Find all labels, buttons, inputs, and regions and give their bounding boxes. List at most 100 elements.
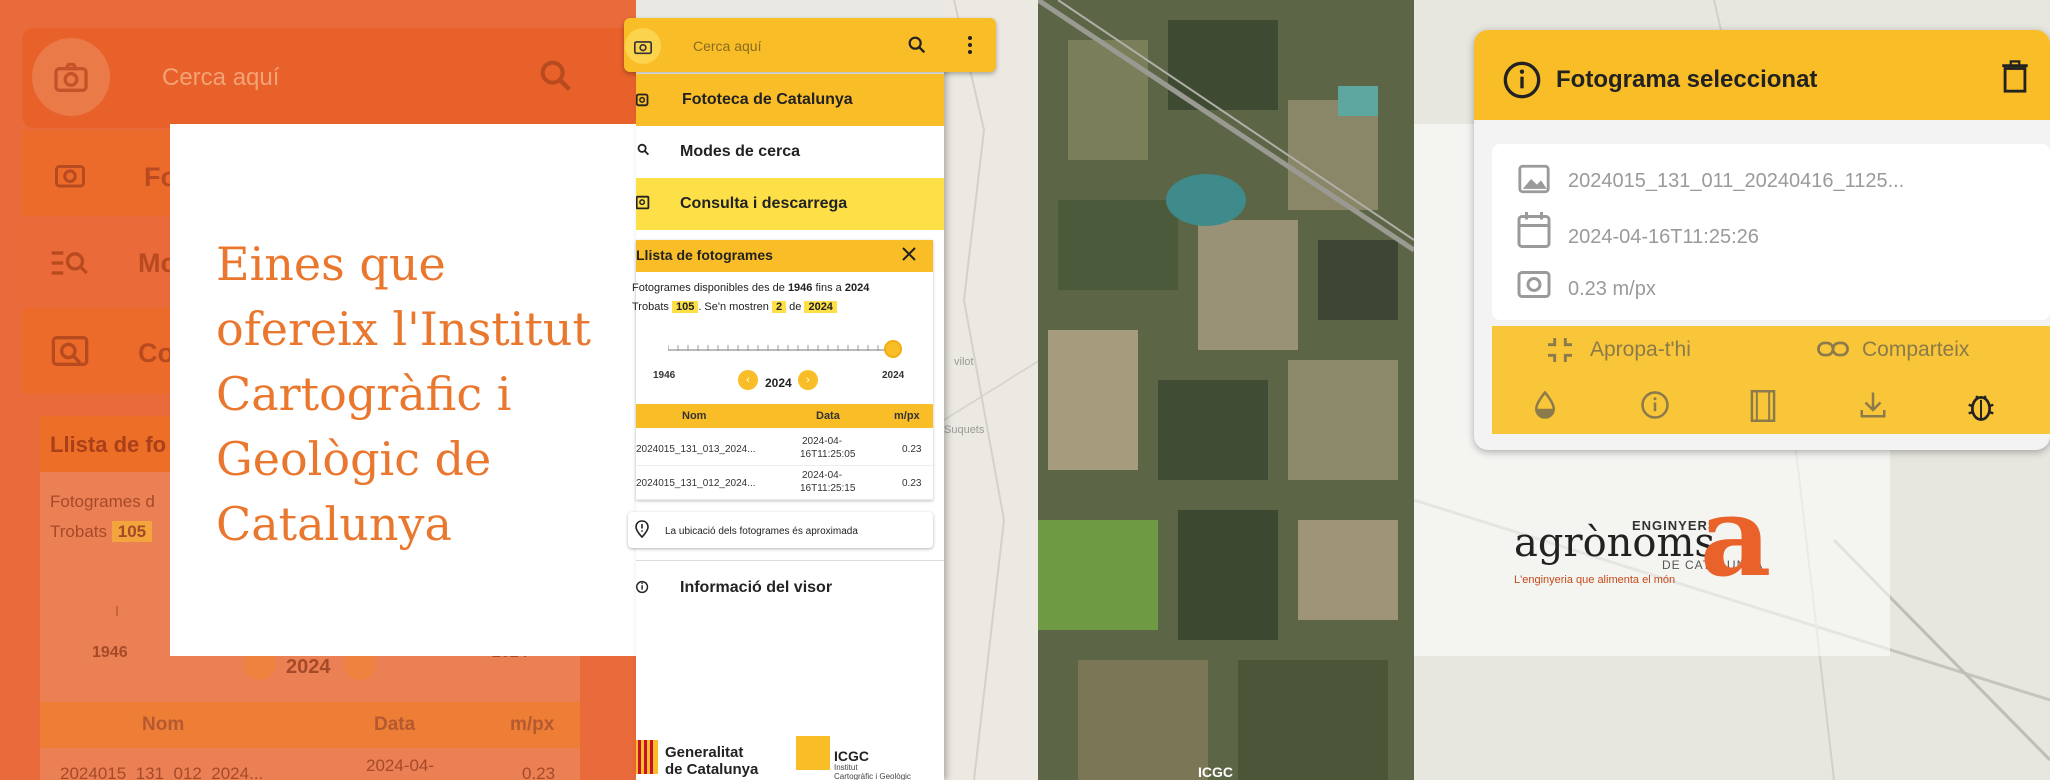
frames-available-line: Fotogrames disponibles des de 1946 fins … [632,282,869,294]
menu-label-modes: Modes de cerca [680,143,801,160]
zoomed-menu-label-3: Co [138,338,174,368]
prev-year-button[interactable]: ‹ [738,370,758,390]
agronoms-tagline: L'enginyeria que alimenta el món [1514,574,1676,586]
de-text: de [789,301,802,313]
map-label-suquets: Suquets [944,424,985,436]
row-date-1: 2024-04- [802,470,843,481]
year-slider-track[interactable] [668,345,892,351]
frame-resolution: 0.23 m/px [1568,278,1656,300]
zoomed-col-data: Data [374,714,416,735]
menu-item-modes[interactable]: Modes de cerca [636,126,944,178]
menu-divider [636,560,944,561]
zoomed-found-count: 105 [111,521,153,542]
row-date-1: 2024-04- [802,436,843,447]
bug-icon[interactable] [1966,390,1996,427]
generalitat-logo-icon [636,740,658,779]
year-to: 2024 [844,282,870,294]
share-button[interactable]: Comparteix [1862,338,1969,362]
menu-label-info: Informació del visor [680,579,833,596]
icgc-logo-icon [796,736,830,770]
zoomed-camera-menu-icon [50,156,90,197]
slider-min-label: 1946 [653,370,676,381]
year-slider-ticks [668,345,889,351]
found-count-badge: 105 [671,301,699,313]
info-icon [635,578,650,601]
row-nom: 2024015_131_013_2024... [636,444,756,455]
aerial-fields [1038,0,1414,780]
available-prefix: Fotogrames disponibles des de [632,282,785,294]
zoomed-row-mpx: 0.23 [522,764,556,780]
shown-count-badge: 2 [771,301,787,313]
opacity-icon[interactable] [1530,390,1560,425]
image-search-icon [635,194,650,217]
menu-item-fototeca[interactable]: Fototeca de Catalunya [635,74,944,126]
camera-icon [1516,266,1552,305]
current-year: 2024 [765,376,792,390]
table-row[interactable]: 2024015_131_013_2024... 2024-04- 16T11:2… [636,432,933,466]
row-mpx: 0.23 [902,444,922,455]
table-row[interactable]: 2024015_131_012_2024... 2024-04- 16T11:2… [636,466,933,500]
fins-a: fins a [815,282,842,294]
aerial-orthophoto[interactable]: ICGC [1038,0,1414,780]
zoomed-slider-ticks [116,606,176,616]
menu-item-info[interactable]: Informació del visor [635,562,944,614]
zoomed-year-min: 1946 [92,644,128,661]
person-search-icon [636,142,650,165]
link-icon[interactable] [1816,334,1850,369]
zoomed-camera-icon [32,38,110,116]
search-bar [624,18,996,72]
selected-frame-title: Fotograma seleccionat [1556,66,1818,93]
icgc-logo-sub: Institut Cartogràfic i Geològic [834,763,911,780]
zoomed-row-date: 2024-04- [366,756,435,775]
generalitat-logo: Generalitat de Catalunya [665,744,758,778]
col-data[interactable]: Data [816,410,840,422]
zoomed-found-row: Trobats 105 [50,521,153,542]
warning-pin-icon [634,520,650,543]
map-roads [943,0,1041,780]
zoomed-list-title: Llista de fo [50,432,167,457]
info-icon [1502,60,1542,105]
icgc-logo-text: ICGC [834,748,869,764]
fullscreen-exit-icon[interactable] [1544,334,1576,371]
zoomed-current-year: 2024 [286,656,331,678]
next-year-button[interactable]: › [798,370,818,390]
menu-label-fototeca: Fototeca de Catalunya [682,91,853,108]
title-card: Eines que ofereix l'Institut Cartogràfic… [170,124,636,656]
zoomed-col-nom: Nom [142,714,185,735]
filmstrip-icon[interactable] [1748,390,1778,427]
zoomed-list-line1: Fotogrames d [50,492,155,511]
frame-filename: 2024015_131_011_20240416_1125... [1568,170,1905,192]
zoomed-row-name: 2024015_131_012_2024... [60,764,264,780]
zoomed-table-header [40,702,580,748]
download-icon[interactable] [1858,390,1888,425]
agronoms-a-logo-icon: a [1700,472,1772,601]
map-base-layer: vilot Suquets [943,0,1041,780]
icgc-sub1: Institut [834,763,858,772]
more-vert-icon[interactable] [960,34,980,61]
zoomed-consulta-icon [50,334,90,373]
zoomed-col-mpx: m/px [510,714,555,735]
frames-list-title: Llista de fotogrames [636,247,773,263]
zoomed-search-placeholder: Cerca aquí [162,64,280,91]
trash-icon[interactable] [2000,60,2030,99]
col-mpx[interactable]: m/px [894,410,920,422]
zoomed-search-icon [536,56,576,101]
row-date-2: 16T11:25:15 [800,483,856,494]
search-icon[interactable] [906,34,928,61]
col-nom[interactable]: Nom [682,410,706,422]
map-label-vilot: vilot [954,356,974,368]
frames-found-line: Trobats 105. Se'n mostren 2 de 2024 [632,301,837,313]
zoomed-found-label: Trobats [50,522,108,541]
search-input[interactable]: Cerca aquí [693,38,761,54]
close-icon[interactable] [900,245,918,268]
camera-icon [635,90,650,113]
icgc-sub2: Cartogràfic i Geològic [834,772,911,780]
icgc-watermark: ICGC [1198,764,1233,780]
menu-item-consulta[interactable]: Consulta i descarrega [635,178,944,230]
frames-table-header [636,404,933,428]
info-icon[interactable] [1640,390,1670,425]
page-title: Eines que ofereix l'Institut Cartogràfic… [216,237,591,551]
year-slider-thumb[interactable] [884,340,902,358]
camera-icon[interactable] [625,28,661,64]
zoom-to-button[interactable]: Apropa-t'hi [1590,338,1691,362]
